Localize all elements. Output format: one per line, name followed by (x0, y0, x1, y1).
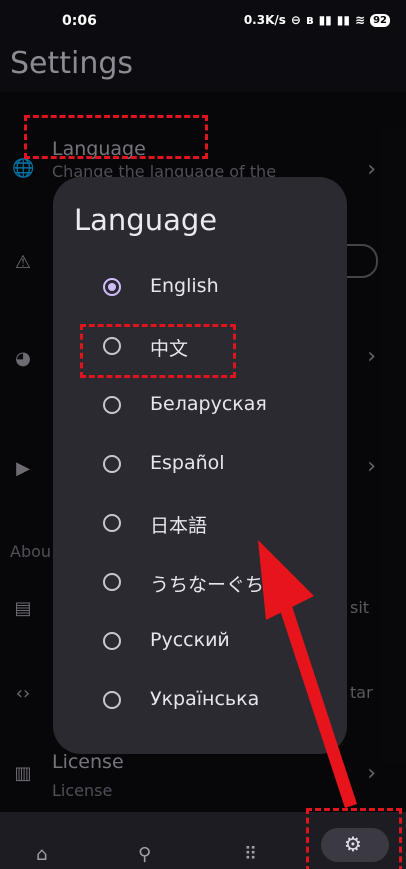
screen: 0:06 0.3K/s ⊖ ʙ ▮▮ ▮▮ ≋ 92 Settings 🌐 La… (0, 0, 406, 869)
annotation-arrow (258, 540, 357, 808)
annotation-arrow-head (258, 540, 314, 620)
annotation-arrow-shaft (278, 600, 357, 808)
